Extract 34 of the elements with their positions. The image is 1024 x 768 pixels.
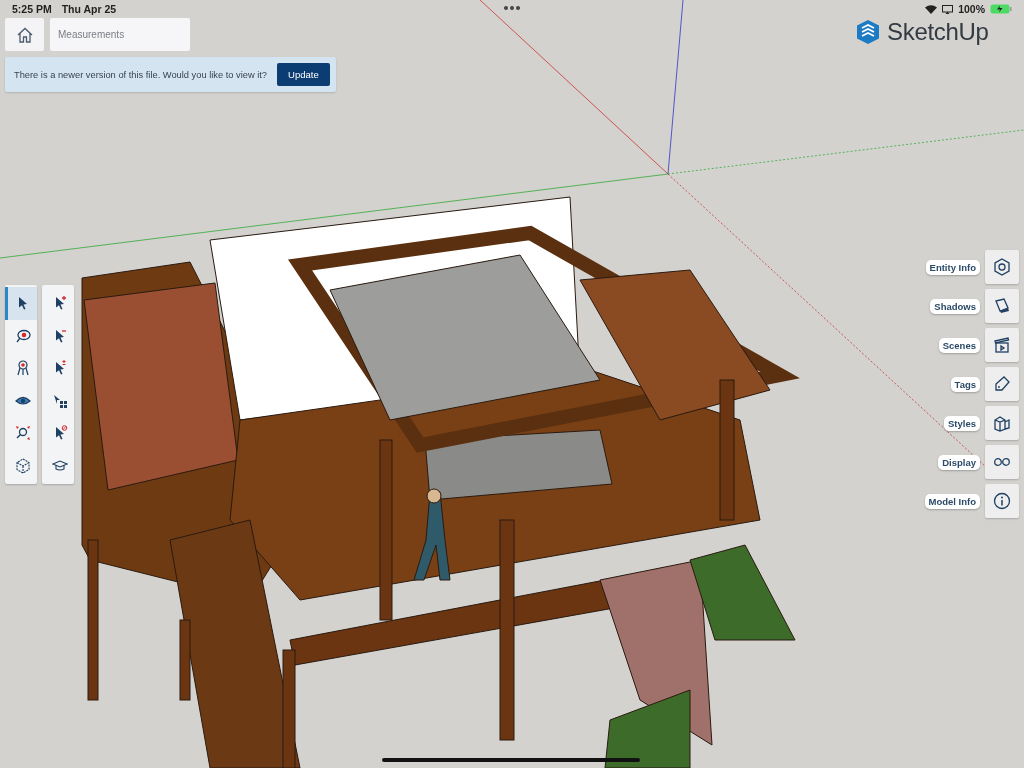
tripod-tool-icon [14,360,31,377]
tool-button[interactable] [5,287,37,320]
panel-button[interactable] [985,484,1019,518]
info-icon [993,492,1011,510]
home-button[interactable] [5,18,44,51]
panel-button[interactable] [985,445,1019,479]
cap-tool-icon [51,457,68,474]
update-button[interactable]: Update [277,63,330,86]
panel-button[interactable] [985,289,1019,323]
status-time: 5:25 PM [12,3,52,15]
battery-percent: 100% [958,3,985,15]
wifi-icon [925,4,938,14]
grid-tool-icon [51,392,68,409]
logo-icon [855,19,881,45]
banner-message: There is a newer version of this file. Would you like to view it? [14,69,268,80]
panel-button[interactable] [985,328,1019,362]
zoom-tool-icon [14,425,31,442]
panel-button[interactable] [985,250,1019,284]
clapperboard-icon [993,336,1011,354]
eraser-icon [993,297,1011,315]
panel-button[interactable] [985,367,1019,401]
home-icon [15,25,34,44]
screen-mirror-icon [942,4,954,14]
status-date: Thu Apr 25 [61,3,117,15]
battery-icon [990,4,1012,14]
tag-icon [993,375,1011,393]
logo-text: SketchUp [887,18,989,46]
boxes-icon [993,414,1011,432]
tape-tool-icon [14,327,31,344]
more-icon [503,5,521,11]
hexagon-icon [993,258,1011,276]
measurements-field[interactable]: Measurements [50,18,190,51]
panel-button[interactable] [985,406,1019,440]
cube-tool-icon [14,457,31,474]
